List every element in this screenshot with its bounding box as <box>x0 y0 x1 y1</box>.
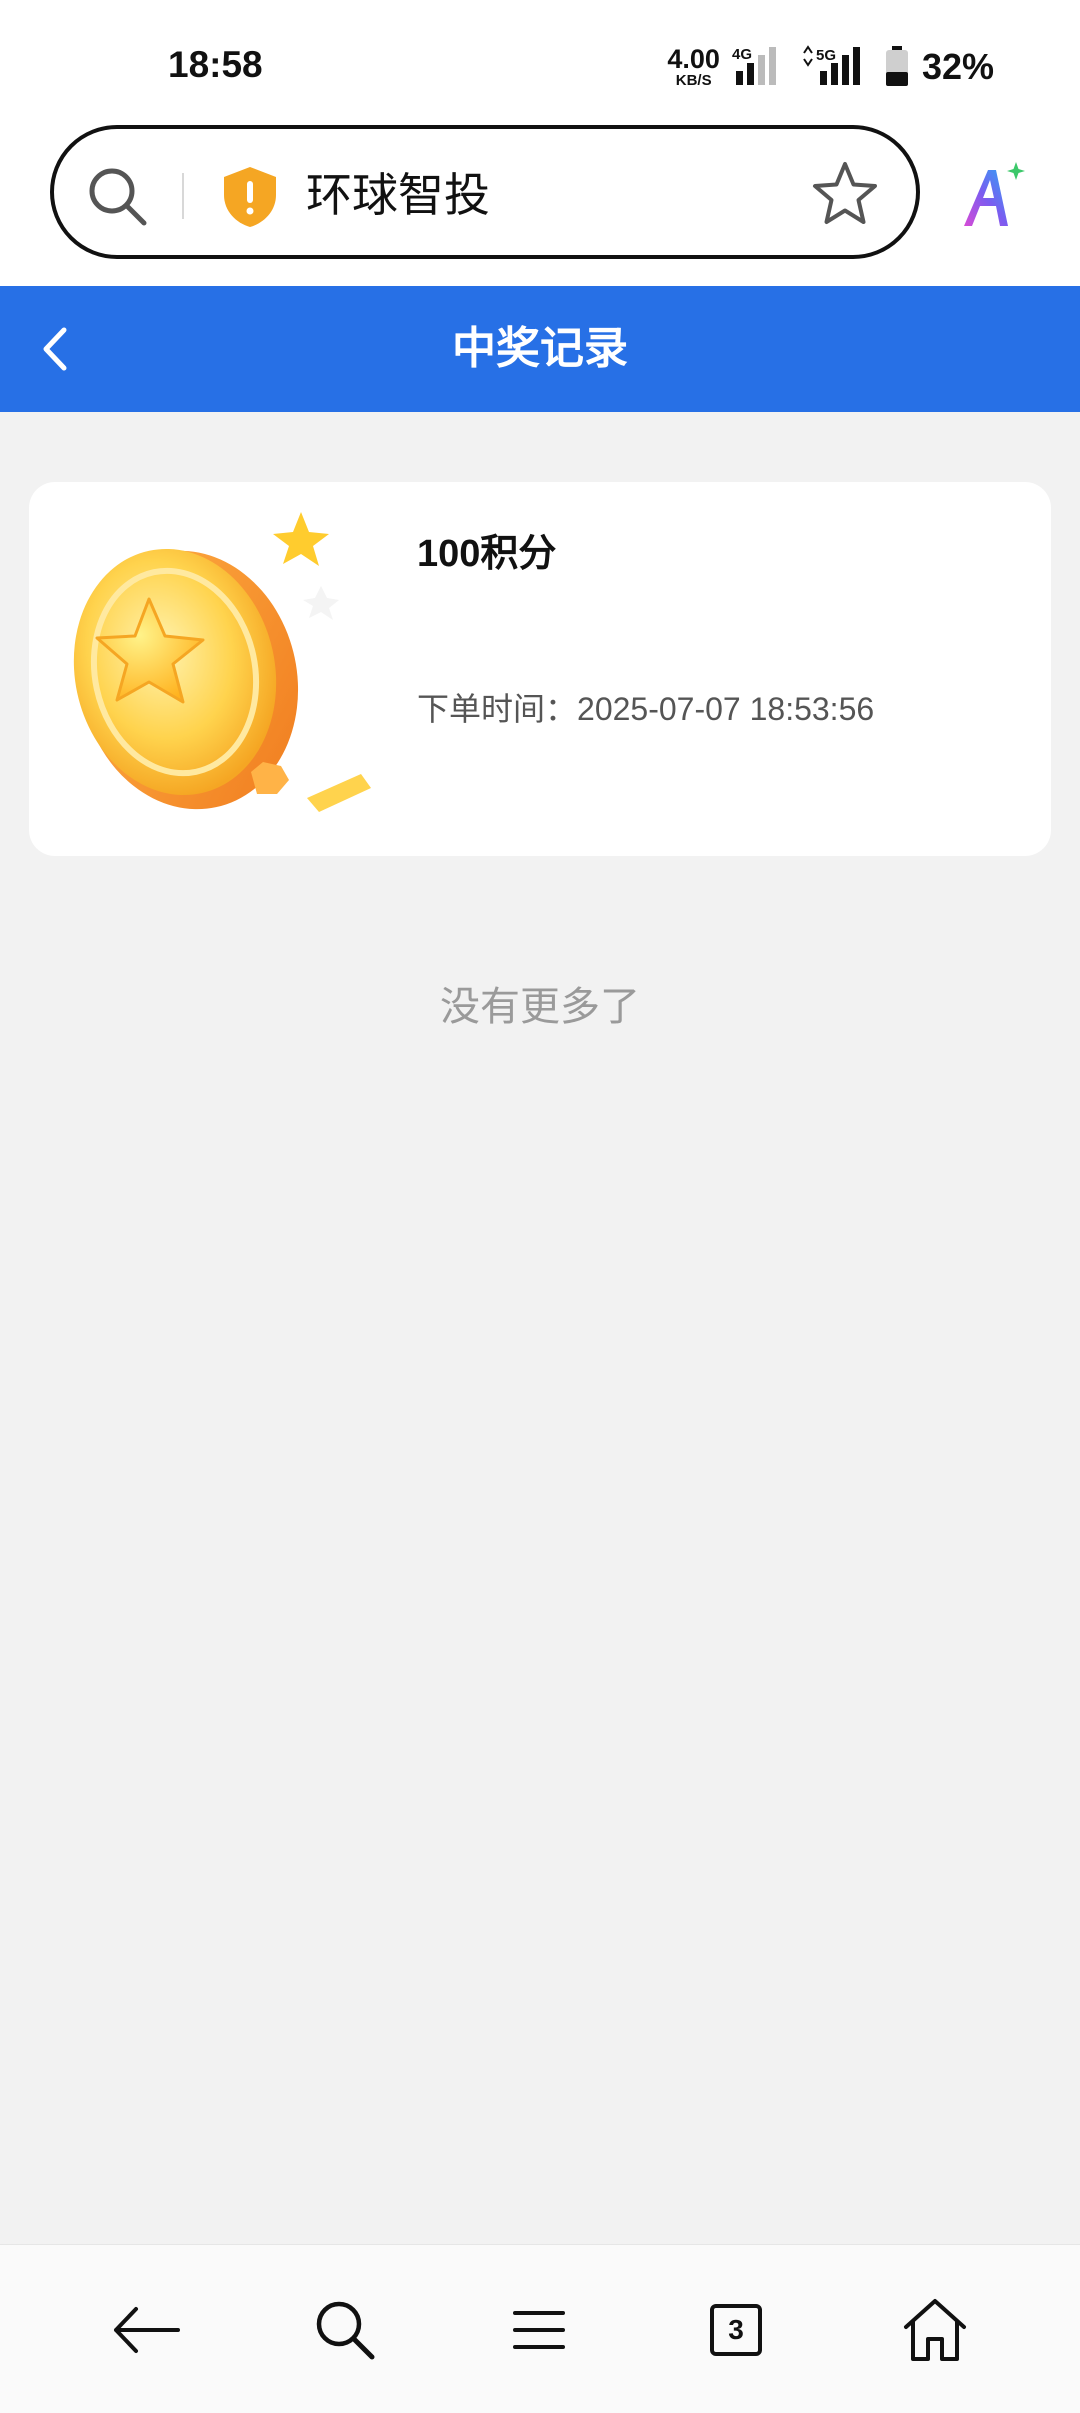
battery-percentage: 32% <box>921 46 994 87</box>
shield-warning-icon[interactable] <box>220 165 280 229</box>
nav-back-button[interactable] <box>102 2285 192 2375</box>
network-speed-value: 4.00 <box>667 44 720 74</box>
nav-menu-button[interactable] <box>494 2285 584 2375</box>
order-time: 下单时间：2025-07-07 18:53:56 <box>417 684 874 730</box>
prize-name: 100积分 <box>417 533 557 575</box>
network-4g-label: 4G <box>732 46 752 63</box>
nav-search-button[interactable] <box>300 2285 390 2375</box>
back-arrow-icon <box>114 2307 180 2353</box>
page-header: 中奖记录 <box>0 286 1080 412</box>
status-bar: 18:58 4.00 KB/S 4G 5G 32% <box>0 0 1080 120</box>
status-time: 18:58 <box>168 44 263 85</box>
search-icon[interactable] <box>84 163 150 229</box>
browser-toolbar: 环球智投 <box>0 120 1080 286</box>
signal-5g-icon: 5G <box>803 45 860 85</box>
signal-4g-icon: 4G <box>732 46 776 85</box>
status-indicators: 4.00 KB/S 4G 5G 32% <box>667 42 994 92</box>
network-speed: 4.00 KB/S <box>667 44 720 89</box>
prize-record-card[interactable]: 100积分 下单时间：2025-07-07 18:53:56 <box>29 482 1051 856</box>
page-title: 中奖记录 <box>452 323 628 374</box>
tabs-icon: 3 <box>710 2304 762 2356</box>
address-text[interactable]: 环球智投 <box>306 163 490 227</box>
nav-home-button[interactable] <box>890 2285 980 2375</box>
menu-icon <box>513 2311 565 2349</box>
search-icon <box>316 2301 375 2360</box>
address-bar[interactable]: 环球智投 <box>50 125 920 259</box>
order-time-label: 下单时间： <box>417 691 578 727</box>
network-5g-label: 5G <box>816 47 836 64</box>
gold-coin-star-image <box>73 512 371 812</box>
ai-assistant-icon[interactable] <box>958 160 1030 232</box>
bookmark-star-icon[interactable] <box>810 159 880 229</box>
battery-icon <box>885 46 908 86</box>
home-icon <box>904 2299 966 2361</box>
browser-bottom-nav: 3 <box>0 2244 1080 2413</box>
address-divider <box>182 173 184 219</box>
nav-tabs-button[interactable]: 3 <box>691 2285 781 2375</box>
order-time-value: 2025-07-07 18:53:56 <box>577 691 875 727</box>
no-more-text: 没有更多了 <box>440 984 640 1030</box>
network-speed-unit: KB/S <box>675 72 712 89</box>
